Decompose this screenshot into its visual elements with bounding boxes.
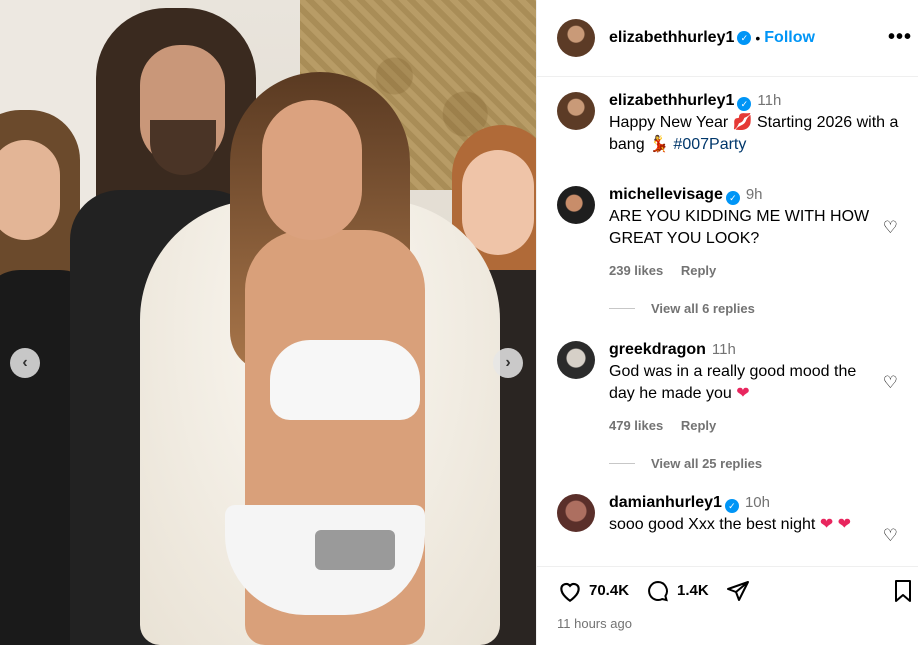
commenter-username[interactable]: michellevisage [609, 186, 723, 203]
comment-likes[interactable]: 479 likes [609, 418, 663, 433]
comment-like-heart-icon[interactable]: ♡ [883, 218, 898, 238]
likes-count[interactable]: 70.4K [589, 582, 629, 599]
photo-person-right-face [462, 150, 534, 255]
more-options-icon[interactable]: ••• [888, 26, 912, 49]
view-replies-button[interactable]: View all 25 replies [609, 456, 762, 471]
photo-person-left-face [0, 140, 60, 240]
replies-divider-line [609, 308, 635, 309]
comment-text: ARE YOU KIDDING ME WITH HOW GREAT YOU LO… [609, 208, 870, 247]
verified-badge-icon: ✓ [737, 97, 752, 111]
chevron-right-icon: › [505, 354, 511, 371]
comment-action[interactable]: 1.4K [645, 579, 709, 603]
comment-time: 9h [745, 186, 763, 203]
photo-white-top [270, 340, 420, 420]
commenter-avatar[interactable] [557, 186, 595, 224]
comment-time: 10h [744, 494, 770, 511]
comment-like-heart-icon[interactable]: ♡ [883, 373, 898, 393]
verified-badge-icon: ✓ [737, 31, 752, 45]
post-photo[interactable]: ‹ › [0, 0, 536, 645]
replies-divider-line [609, 463, 635, 464]
post-actions-bar: 70.4K 1.4K [537, 566, 918, 614]
chevron-left-icon: ‹ [22, 354, 28, 371]
like-action[interactable]: 70.4K [557, 579, 629, 603]
post-header: elizabethhurley1 ✓ • Follow ••• [537, 0, 918, 77]
reply-button[interactable]: Reply [681, 263, 716, 278]
share-icon [726, 580, 749, 601]
carousel-next-button[interactable]: › [493, 348, 523, 378]
commenter-avatar[interactable] [557, 341, 595, 379]
heart-icon [560, 582, 580, 602]
commenter-username[interactable]: greekdragon [609, 341, 706, 358]
commenter-avatar[interactable] [557, 494, 595, 532]
bookmark-icon [895, 580, 911, 602]
verified-badge-icon: ✓ [724, 499, 739, 513]
comment-row: greekdragon 11h God was in a really good … [557, 339, 918, 437]
comments-count[interactable]: 1.4K [677, 582, 709, 599]
carousel-prev-button[interactable]: ‹ [10, 348, 40, 378]
verified-badge-icon: ✓ [725, 191, 740, 205]
comment-time: 11h [711, 341, 736, 358]
view-replies-label: View all 25 replies [651, 456, 763, 471]
commenter-username[interactable]: damianhurley1 [609, 494, 722, 511]
caption-avatar[interactable] [557, 92, 595, 130]
red-heart-emoji: ❤ [736, 385, 750, 402]
comments-list[interactable]: elizabethhurley1 ✓ 11h Happy New Year 💋 St… [537, 78, 918, 566]
comment-text: sooo good Xxx the best night [609, 516, 816, 533]
post-side-panel: elizabethhurley1 ✓ • Follow ••• elizabet… [536, 0, 918, 645]
photo-main-woman-face [262, 100, 362, 240]
follow-button[interactable]: Follow [764, 29, 815, 47]
comment-like-heart-icon[interactable]: ♡ [883, 526, 898, 546]
caption-time: 11h [757, 92, 782, 109]
caption-text: Happy New Year 💋 Starting 2026 with a ba… [609, 114, 899, 153]
save-action[interactable] [892, 579, 914, 608]
author-avatar[interactable] [557, 19, 595, 57]
separator-dot: • [755, 30, 761, 46]
reply-button[interactable]: Reply [681, 418, 716, 433]
comment-row: damianhurley1 ✓ 10h sooo good Xxx the best… [557, 492, 918, 536]
comment-row: michellevisage ✓ 9h ARE YOU KIDDING ME WIT… [557, 184, 918, 282]
caption-hashtag[interactable]: #007Party [673, 136, 746, 153]
comment-icon [648, 580, 668, 601]
view-replies-button[interactable]: View all 6 replies [609, 301, 755, 316]
red-heart-emoji: ❤ ❤ [819, 516, 852, 533]
post-timestamp[interactable]: 11 hours ago [557, 616, 632, 631]
view-replies-label: View all 6 replies [651, 301, 755, 316]
caption-row: elizabethhurley1 ✓ 11h Happy New Year 💋 St… [557, 90, 918, 156]
caption-username[interactable]: elizabethhurley1 [609, 92, 734, 109]
comment-text: God was in a really good mood the day he… [609, 363, 857, 402]
share-action[interactable] [725, 579, 757, 603]
comment-likes[interactable]: 239 likes [609, 263, 663, 278]
photo-prop-gun [315, 530, 395, 570]
author-username[interactable]: elizabethhurley1 [609, 29, 734, 47]
